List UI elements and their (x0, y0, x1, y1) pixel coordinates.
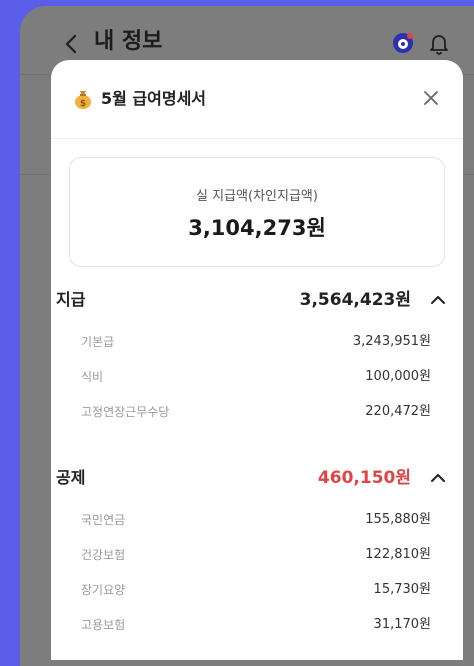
deduction-value: 15,730원 (373, 582, 431, 597)
net-pay-value: 3,104,273원 (188, 216, 326, 240)
payment-label: 고정연장근무수당 (81, 405, 170, 419)
chevron-left-icon[interactable] (64, 28, 86, 58)
money-bag-icon: $ (73, 88, 93, 110)
payment-label: 식비 (81, 370, 104, 384)
svg-text:$: $ (80, 99, 86, 109)
net-pay-label: 실 지급액(차인지급액) (196, 189, 318, 204)
deduction-label: 건강보험 (81, 548, 126, 562)
deduction-row: 장기요양 15,730원 (51, 579, 463, 601)
payments-title: 지급 (56, 290, 86, 309)
page-title: 내 정보 (94, 29, 163, 54)
deduction-label: 장기요양 (81, 583, 126, 597)
deductions-title: 공제 (56, 468, 86, 487)
payment-row: 고정연장근무수당 220,472원 (51, 401, 463, 423)
chevron-up-icon[interactable] (429, 291, 447, 309)
deduction-value: 122,810원 (365, 547, 431, 562)
modal-title: 5월 급여명세서 (101, 89, 207, 108)
payment-value: 220,472원 (365, 404, 431, 419)
payment-row: 기본급 3,243,951원 (51, 331, 463, 353)
payments-total: 3,564,423원 (299, 290, 411, 310)
payment-value: 100,000원 (365, 369, 431, 384)
deduction-value: 31,170원 (373, 617, 431, 632)
deduction-value: 155,880원 (365, 512, 431, 527)
bell-icon[interactable] (428, 31, 450, 55)
chevron-up-icon[interactable] (429, 469, 447, 487)
payment-label: 기본급 (81, 335, 115, 349)
payments-section-header[interactable]: 지급 3,564,423원 (51, 285, 463, 315)
deduction-label: 국민연금 (81, 513, 126, 527)
deductions-section-header[interactable]: 공제 460,150원 (51, 463, 463, 493)
deduction-row: 국민연금 155,880원 (51, 509, 463, 531)
modal-header: $ 5월 급여명세서 (51, 60, 463, 138)
bot-icon[interactable] (392, 32, 414, 54)
payment-value: 3,243,951원 (352, 334, 431, 349)
payslip-modal: $ 5월 급여명세서 실 지급액(차인지급액) 3,104,273원 지급 3,… (51, 60, 463, 660)
deductions-total: 460,150원 (317, 468, 411, 488)
payment-row: 식비 100,000원 (51, 366, 463, 388)
deduction-row: 건강보험 122,810원 (51, 544, 463, 566)
close-icon[interactable] (419, 86, 443, 110)
deduction-label: 고용보험 (81, 618, 126, 632)
deduction-row: 고용보험 31,170원 (51, 614, 463, 636)
net-pay-card: 실 지급액(차인지급액) 3,104,273원 (69, 157, 445, 267)
modal-divider (51, 138, 463, 139)
